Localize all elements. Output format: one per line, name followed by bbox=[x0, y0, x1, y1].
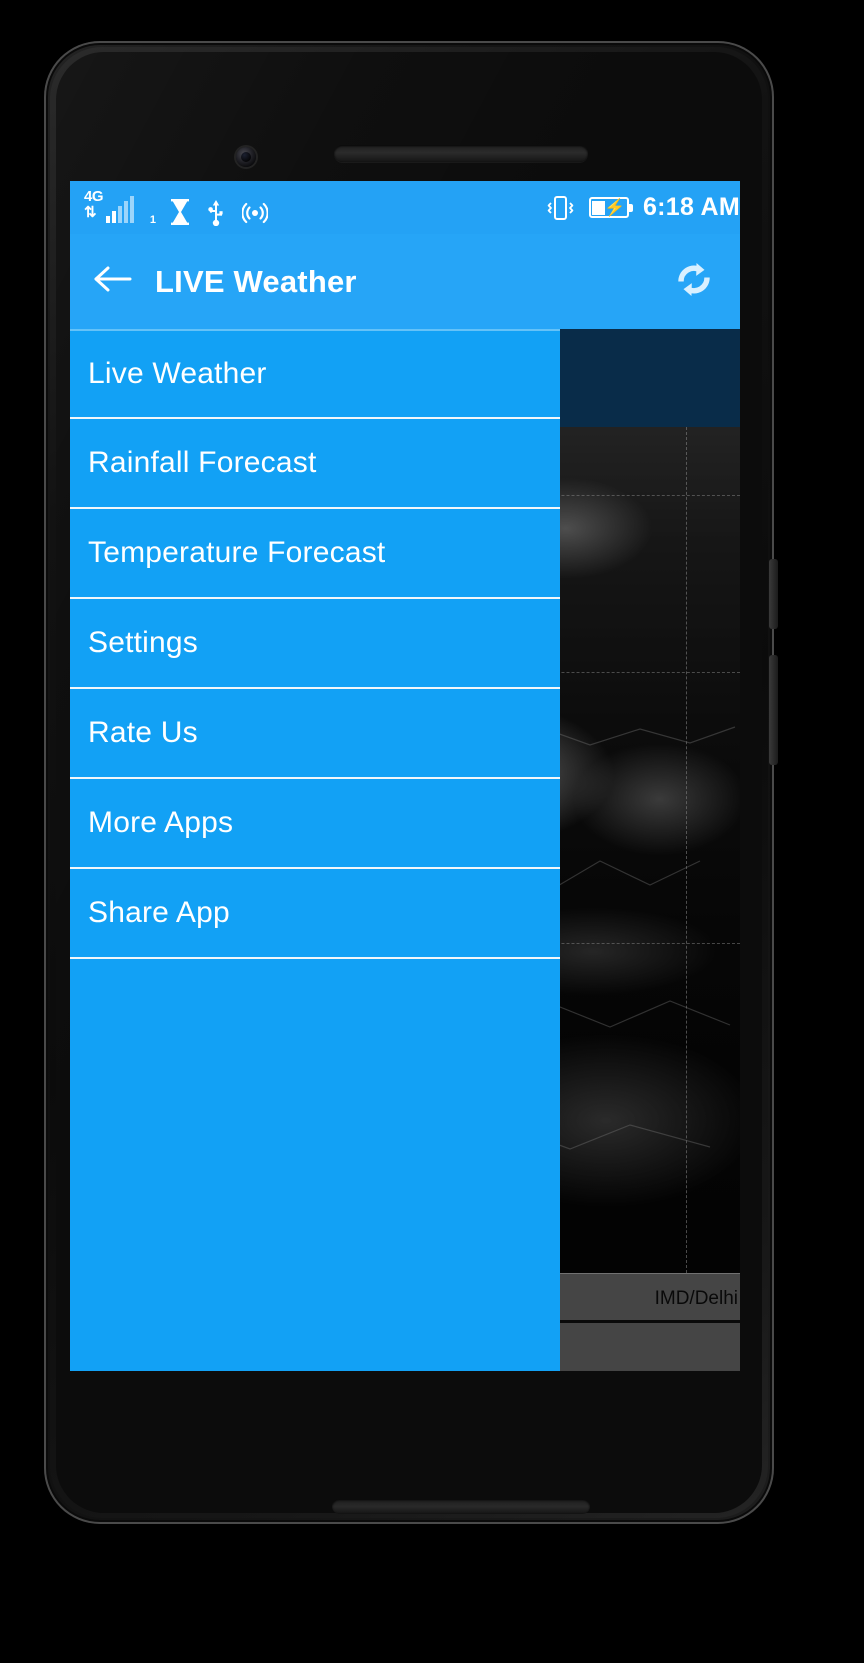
bottom-speaker-icon bbox=[332, 1499, 590, 1514]
back-arrow-icon bbox=[92, 263, 134, 300]
page-title: LIVE Weather bbox=[155, 264, 357, 300]
drawer-item-label: Rate Us bbox=[88, 716, 198, 750]
status-bar: 4G ⇅ 1 bbox=[70, 181, 740, 234]
volume-button[interactable] bbox=[769, 655, 778, 765]
drawer-item-rainfall-forecast[interactable]: Rainfall Forecast bbox=[70, 419, 560, 509]
battery-charging-icon: ⚡ bbox=[589, 197, 629, 218]
hotspot-icon bbox=[242, 200, 268, 226]
usb-icon bbox=[206, 198, 226, 226]
drawer-item-settings[interactable]: Settings bbox=[70, 599, 560, 689]
drawer-item-label: Live Weather bbox=[88, 357, 267, 391]
sim-number-label: 1 bbox=[150, 214, 156, 226]
vibrate-icon bbox=[545, 194, 575, 222]
drawer-item-temperature-forecast[interactable]: Temperature Forecast bbox=[70, 509, 560, 599]
app-toolbar: LIVE Weather bbox=[70, 234, 740, 329]
hourglass-icon bbox=[170, 198, 190, 226]
refresh-icon bbox=[670, 290, 718, 307]
drawer-item-label: More Apps bbox=[88, 806, 233, 840]
drawer-item-more-apps[interactable]: More Apps bbox=[70, 779, 560, 869]
power-button[interactable] bbox=[769, 559, 778, 629]
drawer-item-label: Settings bbox=[88, 626, 198, 660]
signal-bars-icon bbox=[106, 196, 134, 223]
drawer-item-share-app[interactable]: Share App bbox=[70, 869, 560, 959]
drawer-item-label: Share App bbox=[88, 896, 230, 930]
data-arrows-icon: ⇅ bbox=[84, 205, 97, 220]
front-camera-icon bbox=[236, 147, 256, 167]
drawer-item-rate-us[interactable]: Rate Us bbox=[70, 689, 560, 779]
screenshot-root: 4G ⇅ 1 bbox=[0, 0, 864, 1663]
charging-bolt-icon: ⚡ bbox=[604, 198, 625, 218]
clock-label: 6:18 AM bbox=[643, 193, 740, 222]
drawer-item-live-weather[interactable]: Live Weather bbox=[70, 329, 560, 419]
network-type-label: 4G bbox=[84, 189, 103, 204]
drawer-item-label: Temperature Forecast bbox=[88, 536, 385, 570]
signal-4g-icon: 4G ⇅ 1 bbox=[84, 190, 154, 226]
back-button[interactable] bbox=[70, 263, 155, 300]
phone-screen: 4G ⇅ 1 bbox=[70, 181, 740, 1371]
refresh-button[interactable] bbox=[670, 255, 718, 308]
status-bar-left: 4G ⇅ 1 bbox=[84, 190, 268, 226]
navigation-drawer: Live Weather Rainfall Forecast Temperatu… bbox=[70, 329, 560, 1371]
status-bar-right: ⚡ 6:18 AM bbox=[545, 193, 740, 222]
earpiece-speaker-icon bbox=[334, 145, 588, 162]
drawer-item-label: Rainfall Forecast bbox=[88, 446, 317, 480]
